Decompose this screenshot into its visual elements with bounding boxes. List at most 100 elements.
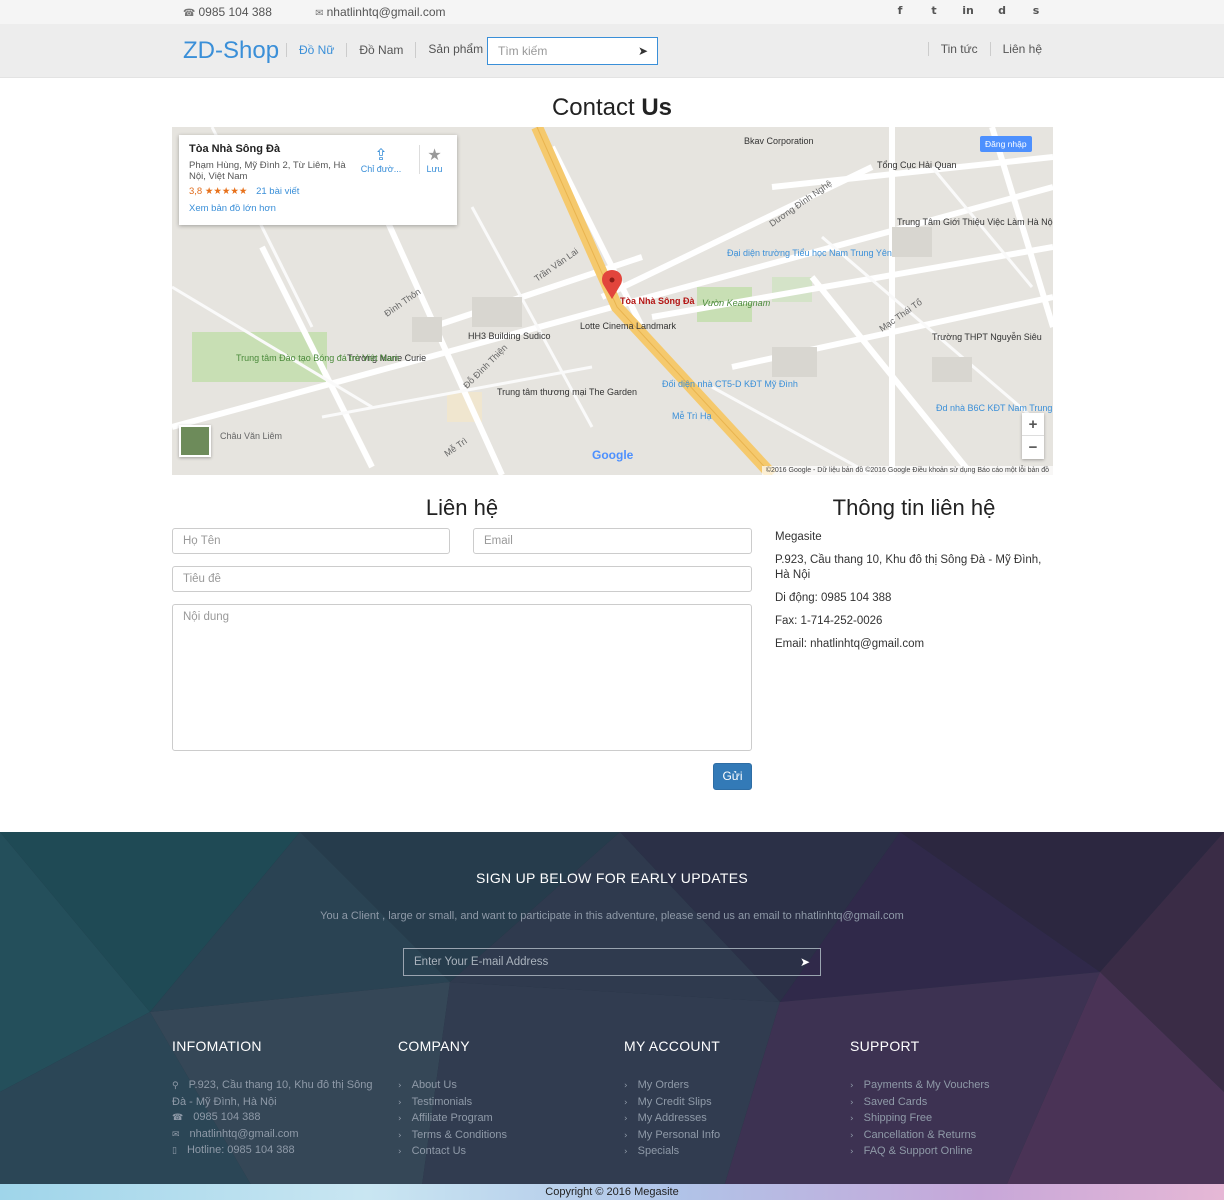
nav-item-san-pham-label: Sản phẩm: [428, 42, 484, 56]
top-phone: ☎ 0985 104 388: [183, 5, 292, 19]
footer-email-text[interactable]: nhatlinhtq@gmail.com: [190, 1128, 299, 1140]
zoom-out-button[interactable]: −: [1022, 436, 1044, 459]
svg-text:Đd nhà B6C KĐT Nam Trung Yên: Đd nhà B6C KĐT Nam Trung Yên: [936, 403, 1053, 413]
name-field[interactable]: [172, 528, 450, 554]
footer-link[interactable]: › My Addresses: [624, 1111, 834, 1128]
reviews-link[interactable]: 21 bài viết: [256, 186, 299, 197]
svg-text:Vườn Keangnam: Vườn Keangnam: [702, 298, 771, 308]
svg-text:Tòa Nhà Sông Đà: Tòa Nhà Sông Đà: [620, 296, 695, 306]
envelope-icon: ✉: [315, 8, 324, 19]
footer-link[interactable]: › FAQ & Support Online: [850, 1144, 1060, 1161]
google-logo: Google: [592, 448, 634, 462]
submit-button[interactable]: Gửi: [713, 763, 752, 790]
satellite-toggle[interactable]: [179, 425, 211, 457]
svg-text:Lotte Cinema Landmark: Lotte Cinema Landmark: [580, 321, 677, 331]
footer-link[interactable]: › Shipping Free: [850, 1111, 1060, 1128]
svg-text:Trung tâm Đào tạo Bóng đá trẻ: Trung tâm Đào tạo Bóng đá trẻ Việt Nam: [236, 353, 399, 363]
footer-col-information: INFOMATION ⚲ P.923, Cầu thang 10, Khu đô …: [172, 1038, 382, 1160]
chevron-right-icon: ›: [624, 1114, 628, 1124]
svg-text:Mễ Trì Hạ: Mễ Trì Hạ: [672, 411, 712, 421]
nav-item-do-nu[interactable]: Đồ Nữ: [286, 43, 346, 57]
chevron-right-icon: ›: [850, 1130, 854, 1141]
subject-field[interactable]: [172, 566, 752, 592]
map-attribution[interactable]: ©2016 Google - Dữ liệu bản đồ ©2016 Goog…: [761, 466, 1053, 475]
footer-phone-text: 0985 104 388: [193, 1111, 261, 1123]
map-login-button[interactable]: Đăng nhập: [980, 136, 1032, 152]
send-icon[interactable]: ➤: [800, 955, 810, 969]
rating-number: 3,8: [189, 186, 203, 197]
send-icon[interactable]: ➤: [638, 44, 648, 58]
zoom-in-button[interactable]: +: [1022, 413, 1044, 436]
email-field[interactable]: [473, 528, 752, 554]
facebook-icon[interactable]: f: [894, 4, 906, 17]
chevron-right-icon: ›: [624, 1147, 628, 1157]
top-bar: ☎ 0985 104 388 ✉ nhatlinhtq@gmail.com f t …: [0, 0, 1224, 24]
main-header: ZD-Shop Đồ Nữ Đồ Nam Sản phẩm▼ ➤ Tin tức…: [0, 24, 1224, 78]
directions-button[interactable]: ⇪ Chỉ đườ...: [357, 145, 405, 174]
info-email: Email: nhatlinhtq@gmail.com: [775, 638, 925, 650]
nav-item-tin-tuc[interactable]: Tin tức: [927, 42, 990, 56]
footer-link[interactable]: › Testimonials: [398, 1095, 608, 1112]
signup-description: You a Client , large or small, and want …: [320, 910, 904, 922]
nav-item-lien-he[interactable]: Liên hệ: [989, 42, 1054, 56]
signup-title: SIGN UP BELOW FOR EARLY UPDATES: [476, 870, 748, 886]
mobile-icon: ▯: [172, 1146, 177, 1156]
map-marker-icon: ⚲: [172, 1081, 179, 1091]
contact-info: Megasite P.923, Cầu thang 10, Khu đô thị…: [775, 530, 1055, 660]
footer-email[interactable]: ✉ nhatlinhtq@gmail.com: [172, 1127, 382, 1144]
save-button[interactable]: ★ Lưu: [419, 145, 449, 174]
directions-label: Chỉ đườ...: [360, 164, 402, 174]
bigger-map-link[interactable]: Xem bản đồ lớn hơn: [189, 203, 447, 214]
page-title-part2: Us: [641, 94, 673, 121]
main-nav: Đồ Nữ Đồ Nam Sản phẩm▼: [286, 42, 506, 58]
chevron-right-icon: ›: [398, 1147, 402, 1157]
info-company: Megasite: [775, 531, 822, 543]
site-footer: SIGN UP BELOW FOR EARLY UPDATES You a Cl…: [0, 832, 1224, 1200]
phone-icon: ☎: [183, 8, 196, 19]
save-label: Lưu: [426, 164, 443, 174]
footer-link[interactable]: › Payments & My Vouchers: [850, 1078, 1060, 1095]
footer-link[interactable]: › My Orders: [624, 1078, 834, 1095]
footer-link[interactable]: › Cancellation & Returns: [850, 1128, 1060, 1145]
search-input[interactable]: [488, 38, 628, 64]
star-icon: ★★★★★: [204, 186, 248, 197]
directions-icon: ⇪: [374, 145, 388, 164]
right-nav: Tin tức Liên hệ: [927, 42, 1054, 56]
twitter-icon[interactable]: t: [928, 4, 940, 17]
chevron-right-icon: ›: [850, 1147, 854, 1157]
nav-item-do-nam[interactable]: Đồ Nam: [346, 43, 415, 57]
chevron-right-icon: ›: [624, 1097, 628, 1108]
footer-address-text: P.923, Cầu thang 10, Khu đô thị Sông Đà …: [172, 1079, 373, 1108]
dribbble-icon[interactable]: d: [996, 4, 1008, 17]
footer-col-my-account: MY ACCOUNT › My Orders › My Credit Slips ›…: [624, 1038, 834, 1161]
linkedin-icon[interactable]: in: [962, 4, 974, 17]
map-place-address: Phạm Hùng, Mỹ Đình 2, Từ Liêm, Hà Nội, V…: [189, 160, 346, 182]
svg-text:HH3 Building Sudico: HH3 Building Sudico: [468, 331, 551, 341]
chevron-right-icon: ›: [398, 1114, 402, 1124]
footer-link[interactable]: › Contact Us: [398, 1144, 608, 1161]
skype-icon[interactable]: s: [1030, 4, 1042, 17]
svg-text:Châu Văn Liêm: Châu Văn Liêm: [220, 431, 282, 441]
signup-box: ➤: [403, 948, 821, 976]
footer-link[interactable]: › Terms & Conditions: [398, 1128, 608, 1145]
footer-link[interactable]: › Affiliate Program: [398, 1111, 608, 1128]
footer-link[interactable]: › About Us: [398, 1078, 608, 1095]
signup-email-input[interactable]: [404, 949, 784, 975]
footer-hotline: ▯ Hotline: 0985 104 388: [172, 1143, 382, 1160]
info-mobile: Di động: 0985 104 388: [775, 592, 892, 604]
footer-link[interactable]: › My Personal Info: [624, 1128, 834, 1145]
footer-link[interactable]: › Saved Cards: [850, 1095, 1060, 1112]
phone-icon: ☎: [172, 1113, 184, 1123]
search-box: ➤: [487, 37, 658, 65]
site-logo[interactable]: ZD-Shop: [183, 37, 279, 65]
svg-text:Trung tâm thương mại The Garde: Trung tâm thương mại The Garden: [497, 387, 637, 397]
footer-address: ⚲ P.923, Cầu thang 10, Khu đô thị Sông Đà…: [172, 1078, 382, 1110]
top-email-text[interactable]: nhatlinhtq@gmail.com: [327, 5, 446, 19]
footer-link[interactable]: › My Credit Slips: [624, 1095, 834, 1112]
message-field[interactable]: [172, 604, 752, 751]
footer-col-support: SUPPORT › Payments & My Vouchers › Saved C…: [850, 1038, 1060, 1161]
top-email[interactable]: ✉ nhatlinhtq@gmail.com: [315, 5, 465, 19]
google-map[interactable]: Tòa Nhà Sông Đà Bkav Corporation Tổng Cụ…: [172, 127, 1053, 475]
footer-col-title: COMPANY: [398, 1038, 470, 1054]
footer-link[interactable]: › Specials: [624, 1144, 834, 1161]
